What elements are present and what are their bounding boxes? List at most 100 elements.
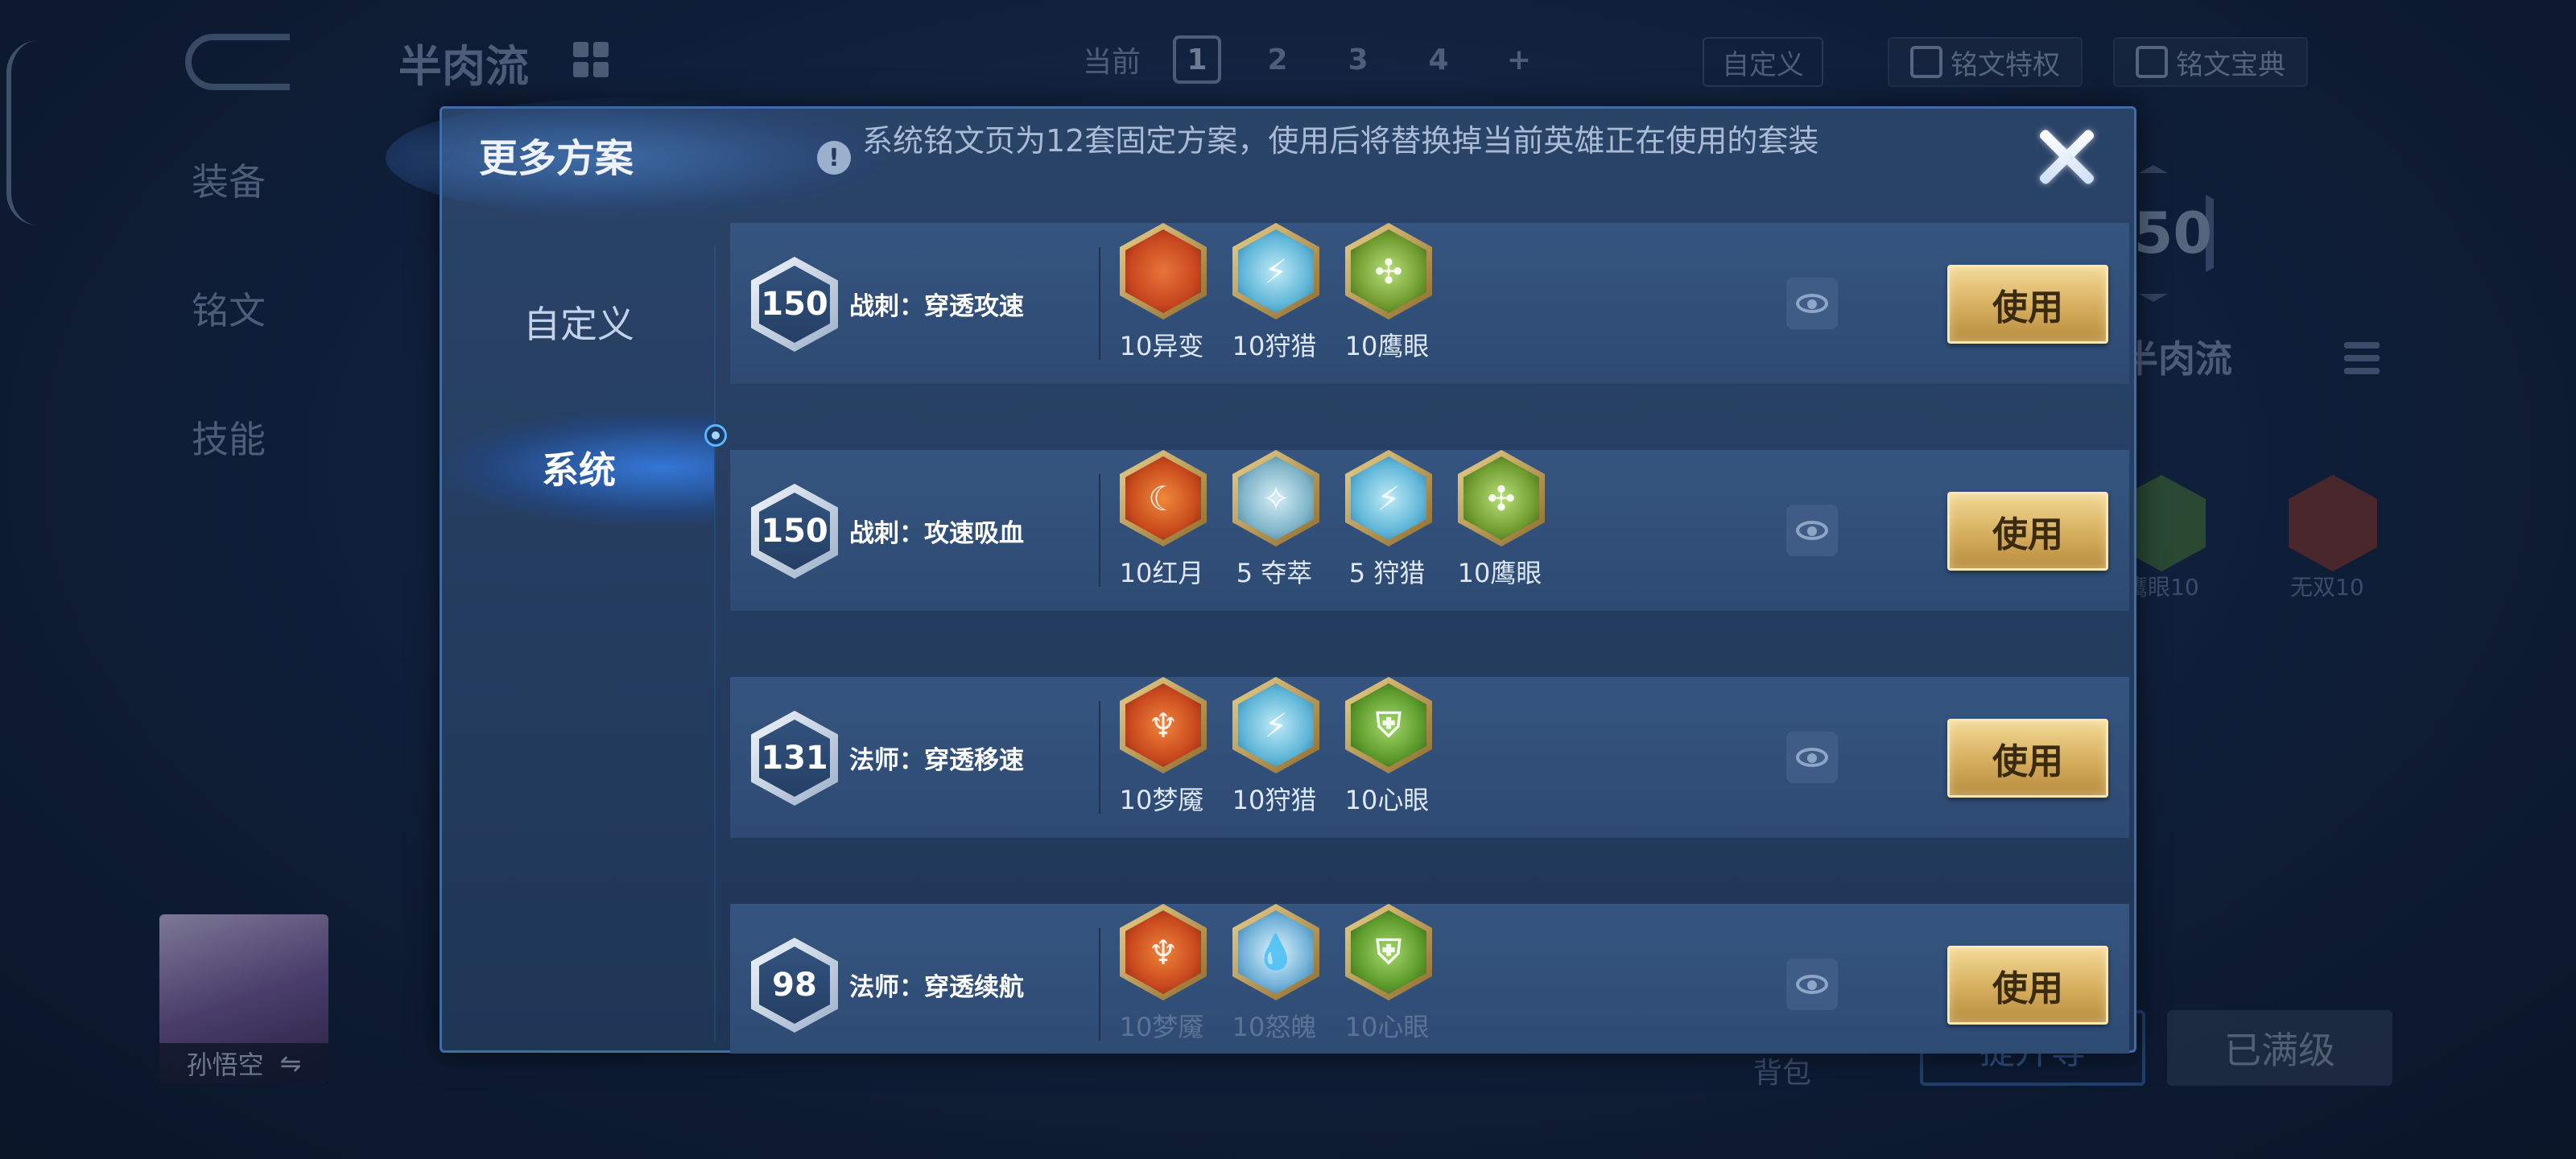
nightmare-rune-icon: ♆ — [1125, 683, 1201, 767]
rune-item[interactable]: ♆ 10梦魇 — [1113, 677, 1210, 838]
side-menu: 装备 铭文 技能 — [192, 153, 266, 539]
preview-button[interactable] — [1786, 959, 1838, 1010]
preview-button[interactable] — [1786, 732, 1838, 783]
mutation-rune-icon — [1125, 229, 1201, 313]
scheme-name: 战刺：穿透攻速 — [849, 292, 1024, 321]
tab-custom[interactable]: 自定义 — [442, 286, 716, 358]
rune-privilege-button[interactable]: 铭文特权 — [1888, 37, 2083, 87]
grid-icon[interactable] — [573, 42, 609, 77]
rune-item[interactable]: ⛨ 10心眼 — [1339, 904, 1435, 1054]
rune-label: 10红月 — [1119, 558, 1204, 588]
rune-label: 10心眼 — [1344, 1012, 1430, 1042]
eye-icon — [1796, 975, 1828, 994]
left-edge-arc — [6, 40, 39, 225]
rune-handbook-label: 铭文宝典 — [2176, 48, 2285, 81]
current-plan-name: 半肉流 — [2121, 337, 2232, 381]
level-badge: 150 — [751, 257, 838, 352]
mind-eye-rune-icon: ⛨ — [1351, 683, 1426, 767]
red-moon-rune-icon: ☾ — [1125, 456, 1201, 540]
page-tab-4[interactable]: 4 — [1414, 35, 1463, 84]
rune-item[interactable]: 10异变 — [1113, 223, 1210, 384]
tab-divider — [714, 245, 716, 1042]
rune-handbook-button[interactable]: 铭文宝典 — [2113, 37, 2308, 87]
side-menu-skills[interactable]: 技能 — [192, 410, 266, 539]
rune-label: 5 夺萃 — [1236, 558, 1313, 588]
active-tab-indicator — [704, 424, 727, 447]
level-value: 150 — [759, 493, 830, 570]
side-menu-equipment[interactable]: 装备 — [192, 153, 266, 282]
scheme-list[interactable]: 150 战刺：穿透攻速 10异变 ⚡ 10狩猎 ✣ 10鹰眼 使用 150 战刺：攻… — [730, 223, 2129, 1054]
rune-label: 10梦魇 — [1119, 785, 1204, 815]
mind-eye-rune-icon: ⛨ — [1351, 910, 1426, 994]
scheme-name: 法师：穿透移速 — [849, 746, 1024, 775]
level-value: 131 — [759, 720, 830, 797]
bag-label[interactable]: 背包 — [1753, 1050, 1811, 1091]
custom-button[interactable]: 自定义 — [1703, 37, 1823, 87]
info-icon: ! — [817, 141, 851, 175]
close-icon[interactable] — [2034, 125, 2099, 189]
scheme-row: 131 法师：穿透移速 ♆ 10梦魇 ⚡ 10狩猎 ⛨ 10心眼 使用 — [730, 677, 2129, 838]
scheme-row: 98 法师：穿透续航 ♆ 10梦魇 💧 10怒魄 ⛨ 10心眼 使用 — [730, 904, 2129, 1054]
rune-item[interactable]: ✣ 10鹰眼 — [1339, 223, 1435, 384]
preview-button[interactable] — [1786, 505, 1838, 556]
rune-label: 10心眼 — [1344, 785, 1430, 815]
back-arrow-icon[interactable] — [185, 34, 290, 90]
eye-icon — [1796, 521, 1828, 540]
swap-icon: ⇋ — [279, 1048, 302, 1079]
side-menu-runes[interactable]: 铭文 — [192, 282, 266, 410]
preview-button[interactable] — [1786, 278, 1838, 329]
rune-item[interactable]: ✣ 10鹰眼 — [1451, 450, 1548, 611]
level-badge: 131 — [751, 711, 838, 806]
rune-item[interactable]: ⚡ 10狩猎 — [1226, 223, 1323, 384]
use-button[interactable]: 使用 — [1947, 719, 2108, 798]
rune-label: 10狩猎 — [1232, 785, 1317, 815]
hero-name-bar[interactable]: 孙悟空 ⇋ — [159, 1043, 328, 1083]
page-tab-2[interactable]: 2 — [1253, 35, 1302, 84]
level-value: 150 — [759, 266, 830, 343]
add-page-button[interactable]: + — [1495, 35, 1543, 84]
page-tab-1[interactable]: 1 — [1173, 35, 1222, 84]
use-button[interactable]: 使用 — [1947, 492, 2108, 571]
rune-label: 10狩猎 — [1232, 331, 1317, 361]
rune-label: 10鹰眼 — [1457, 558, 1542, 588]
plunder-rune-icon: ✧ — [1238, 456, 1314, 540]
rune-page-title: 半肉流 — [398, 41, 529, 92]
page-tab-3[interactable]: 3 — [1334, 35, 1382, 84]
rune-label: 10异变 — [1119, 331, 1204, 361]
rune-item[interactable]: ⛨ 10心眼 — [1339, 677, 1435, 838]
title-swirl-decoration — [386, 97, 885, 218]
nightmare-rune-icon: ♆ — [1125, 910, 1201, 994]
rune-item[interactable]: ⚡ 10狩猎 — [1226, 677, 1323, 838]
handbook-icon — [2136, 46, 2168, 78]
rune-privilege-label: 铭文特权 — [1951, 48, 2060, 81]
scheme-name: 战刺：攻速吸血 — [849, 519, 1024, 548]
use-button[interactable]: 使用 — [1947, 265, 2108, 344]
notice-text: 系统铭文页为12套固定方案，使用后将替换掉当前英雄正在使用的套装 — [862, 123, 1819, 159]
scheme-name: 法师：穿透续航 — [849, 973, 1024, 1002]
modal-title: 更多方案 — [479, 136, 634, 181]
maxed-button[interactable]: 已满级 — [2167, 1010, 2392, 1086]
current-label: 当前 — [1083, 46, 1141, 79]
list-menu-icon[interactable] — [2344, 342, 2380, 381]
rune-item[interactable]: 💧 10怒魄 — [1226, 904, 1323, 1054]
water-drop-rune-icon: 💧 — [1238, 910, 1314, 994]
rune-page-tabs: 当前 1 2 3 4 + — [1083, 35, 1543, 84]
rune-label: 5 狩猎 — [1348, 558, 1426, 588]
bg-rune-label: 无双10 — [2290, 574, 2364, 600]
rune-label: 10梦魇 — [1119, 1012, 1204, 1042]
tab-system[interactable]: 系统 — [442, 411, 716, 524]
hawkeye-rune-icon: ✣ — [1463, 456, 1539, 540]
use-button[interactable]: 使用 — [1947, 946, 2108, 1025]
privilege-icon — [1910, 46, 1942, 78]
rune-item[interactable]: ⚡ 5 狩猎 — [1339, 450, 1435, 611]
rune-item[interactable]: ♆ 10梦魇 — [1113, 904, 1210, 1054]
rune-item[interactable]: ☾ 10红月 — [1113, 450, 1210, 611]
hunt-rune-icon: ⚡ — [1351, 456, 1426, 540]
scheme-row: 150 战刺：穿透攻速 10异变 ⚡ 10狩猎 ✣ 10鹰眼 使用 — [730, 223, 2129, 384]
rune-item[interactable]: ✧ 5 夺萃 — [1226, 450, 1323, 611]
level-badge: 150 — [751, 484, 838, 579]
eye-icon — [1796, 748, 1828, 767]
rune-label: 10鹰眼 — [1344, 331, 1430, 361]
level-badge: 98 — [751, 938, 838, 1033]
level-value: 98 — [759, 947, 830, 1024]
